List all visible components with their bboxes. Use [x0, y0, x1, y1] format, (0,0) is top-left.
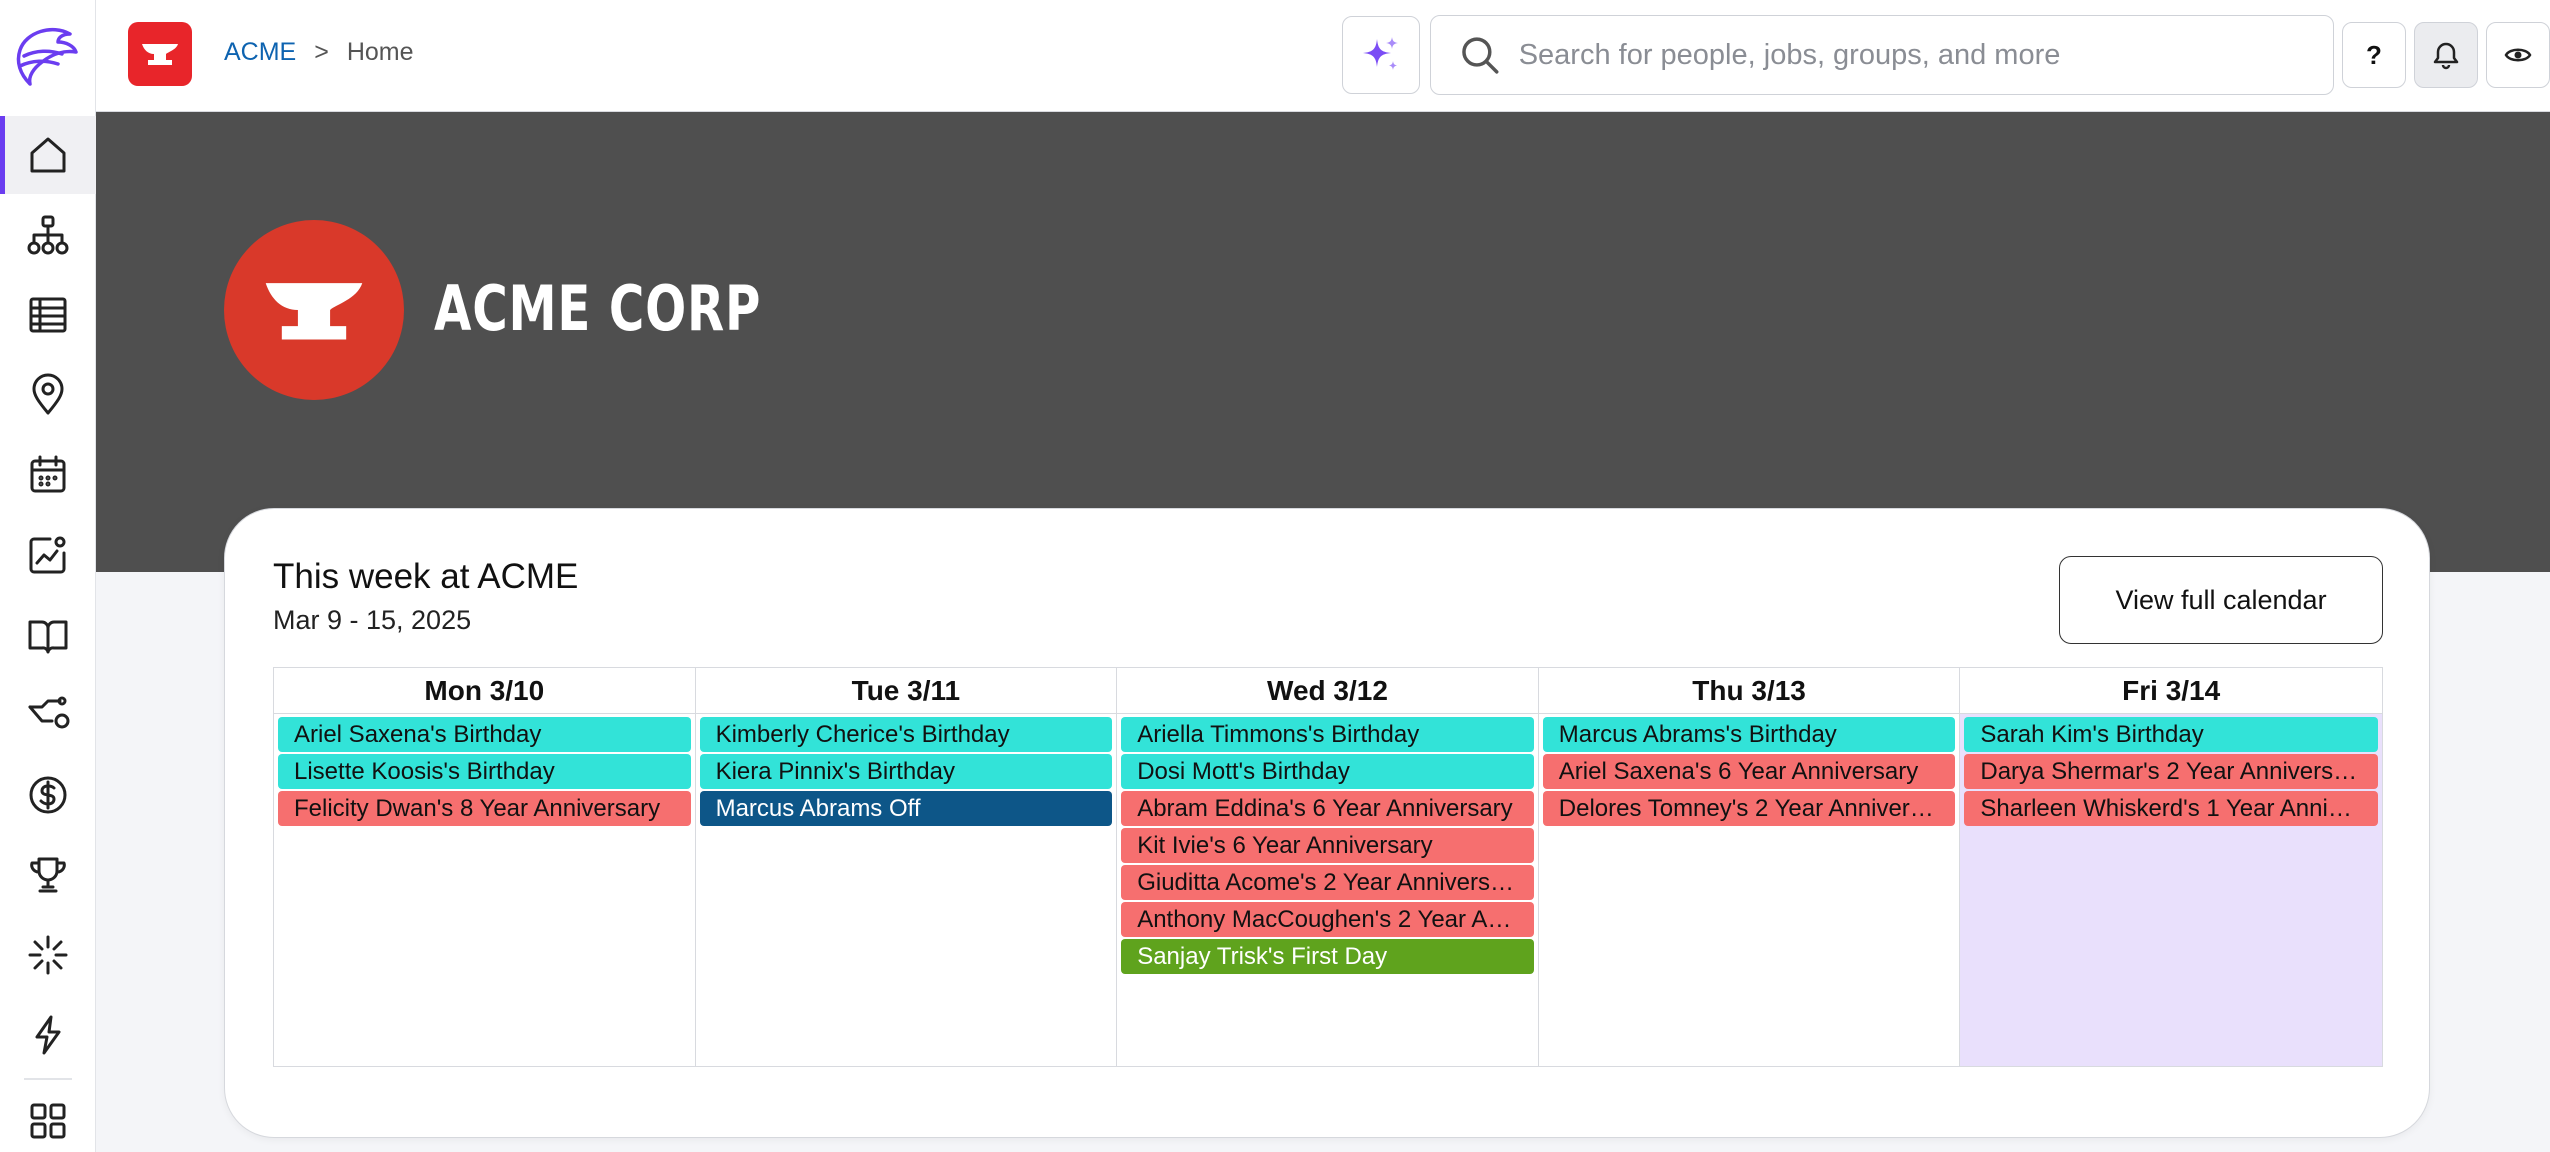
breadcrumb: ACME > Home	[224, 38, 414, 67]
calendar-event-anniversary[interactable]: Delores Tomney's 2 Year Anniversary	[1542, 791, 1956, 826]
date-range: Mar 9 - 15, 2025	[273, 605, 472, 635]
calendar-event-birthday[interactable]: Dosi Mott's Birthday	[1121, 754, 1534, 789]
calendar-event-birthday[interactable]: Sarah Kim's Birthday	[1964, 717, 2378, 752]
day-column: Wed 3/12 Ariella Timmons's Birthday Dosi M…	[1117, 668, 1539, 1066]
nav-home[interactable]	[0, 116, 96, 194]
calendar-event-anniversary[interactable]: Anthony MacCoughen's 2 Year Anniversary	[1121, 902, 1534, 937]
anvil-icon	[142, 44, 178, 65]
book-icon	[28, 620, 68, 654]
calendar-event-anniversary[interactable]: Darya Shermar's 2 Year Anniversary	[1964, 754, 2378, 789]
sparkle-icon	[28, 935, 68, 975]
search-icon	[1462, 37, 1499, 74]
nav-apps[interactable]	[0, 1082, 96, 1152]
analytics-icon	[29, 536, 66, 574]
calendar-event-birthday[interactable]: Kiera Pinnix's Birthday	[699, 754, 1113, 789]
breadcrumb-separator: >	[314, 38, 329, 66]
nav-workflows[interactable]	[0, 676, 96, 754]
day-events[interactable]: Sarah Kim's Birthday Darya Shermar's 2 Ye…	[1960, 714, 2382, 1066]
card-title: This week at ACME	[273, 557, 579, 596]
day-column: Fri 3/14 Sarah Kim's Birthday Darya Sherma…	[1960, 668, 2382, 1066]
day-column: Tue 3/11 Kimberly Cherice's Birthday Kiera…	[695, 668, 1118, 1066]
top-header: ACME > Home ?	[96, 0, 2550, 112]
trophy-icon	[30, 857, 66, 893]
day-events[interactable]: Ariel Saxena's Birthday Lisette Koosis's …	[274, 714, 695, 1066]
bell-icon	[2433, 42, 2459, 70]
home-icon	[30, 137, 66, 173]
org-chart-icon	[27, 215, 69, 255]
day-header: Tue 3/11	[695, 668, 1117, 714]
day-header: Thu 3/13	[1538, 668, 1960, 714]
day-events[interactable]: Ariella Timmons's Birthday Dosi Mott's Bi…	[1117, 714, 1538, 1066]
nav-analytics[interactable]	[0, 516, 96, 594]
day-events[interactable]: Kimberly Cherice's Birthday Kiera Pinnix'…	[696, 714, 1117, 1066]
view-full-calendar-button[interactable]: View full calendar	[2059, 556, 2383, 644]
breadcrumb-root-link[interactable]: ACME	[224, 38, 296, 67]
nav-calendar[interactable]	[0, 436, 96, 514]
ai-sparkle-icon	[1363, 37, 1398, 70]
calendar-event-off[interactable]: Marcus Abrams Off	[699, 791, 1113, 826]
left-nav-rail	[0, 0, 96, 1152]
nav-compensation[interactable]	[0, 756, 96, 834]
nav-ai[interactable]	[0, 916, 96, 994]
workflow-icon	[28, 696, 70, 729]
help-icon: ?	[2366, 39, 2382, 70]
table-icon	[29, 297, 67, 333]
calendar-event-anniversary[interactable]: Sharleen Whiskerd's 1 Year Anniversary	[1964, 791, 2378, 826]
calendar-event-birthday[interactable]: Kimberly Cherice's Birthday	[699, 717, 1113, 752]
day-events[interactable]: Marcus Abrams's Birthday Ariel Saxena's 6…	[1539, 714, 1960, 1066]
calendar-icon	[30, 455, 66, 493]
day-header: Mon 3/10	[274, 668, 695, 714]
day-column: Thu 3/13 Marcus Abrams's Birthday Ariel Sa…	[1538, 668, 1961, 1066]
dollar-icon	[29, 776, 67, 814]
breadcrumb-current: Home	[346, 38, 414, 66]
global-search[interactable]	[1430, 15, 2334, 95]
nav-recognition[interactable]	[0, 836, 96, 914]
calendar-event-anniversary[interactable]: Abram Eddina's 6 Year Anniversary	[1121, 791, 1534, 826]
nav-org-chart[interactable]	[0, 196, 96, 274]
nav-automations[interactable]	[0, 996, 96, 1074]
nav-locations[interactable]	[0, 356, 96, 434]
calendar-event-birthday[interactable]: Marcus Abrams's Birthday	[1542, 717, 1956, 752]
notifications-button[interactable]	[2414, 22, 2478, 88]
calendar-event-birthday[interactable]: Lisette Koosis's Birthday	[278, 754, 691, 789]
nav-table[interactable]	[0, 276, 96, 354]
day-column: Mon 3/10 Ariel Saxena's Birthday Lisette K…	[274, 668, 696, 1066]
company-banner: ACME CORP	[96, 112, 2550, 572]
calendar-event-anniversary[interactable]: Giuditta Acome's 2 Year Anniversary	[1121, 865, 1534, 900]
calendar-event-birthday[interactable]: Ariella Timmons's Birthday	[1121, 717, 1534, 752]
anvil-icon	[265, 283, 363, 340]
app-logo-icon[interactable]	[12, 20, 82, 90]
calendar-event-birthday[interactable]: Ariel Saxena's Birthday	[278, 717, 691, 752]
search-input[interactable]	[1518, 38, 2333, 72]
help-button[interactable]: ?	[2342, 22, 2406, 88]
week-grid: Mon 3/10 Ariel Saxena's Birthday Lisette K…	[273, 667, 2383, 1067]
eye-icon	[2504, 48, 2532, 62]
company-name: ACME CORP	[434, 272, 762, 345]
calendar-event-firstday[interactable]: Sanjay Trisk's First Day	[1121, 939, 1534, 974]
company-banner-logo	[224, 220, 404, 400]
lightning-icon	[35, 1015, 61, 1055]
apps-grid-icon	[30, 1103, 66, 1139]
company-logo[interactable]	[128, 22, 192, 86]
calendar-event-anniversary[interactable]: Felicity Dwan's 8 Year Anniversary	[278, 791, 691, 826]
rail-divider	[24, 1078, 72, 1080]
location-pin-icon	[32, 373, 64, 415]
week-calendar-card: This week at ACME Mar 9 - 15, 2025 View …	[224, 508, 2430, 1138]
nav-knowledge[interactable]	[0, 596, 96, 674]
view-as-button[interactable]	[2486, 22, 2550, 88]
day-header: Fri 3/14	[1960, 668, 2382, 714]
calendar-event-anniversary[interactable]: Ariel Saxena's 6 Year Anniversary	[1542, 754, 1956, 789]
calendar-event-anniversary[interactable]: Kit Ivie's 6 Year Anniversary	[1121, 828, 1534, 863]
ai-assistant-button[interactable]	[1342, 16, 1420, 94]
day-header: Wed 3/12	[1117, 668, 1538, 714]
